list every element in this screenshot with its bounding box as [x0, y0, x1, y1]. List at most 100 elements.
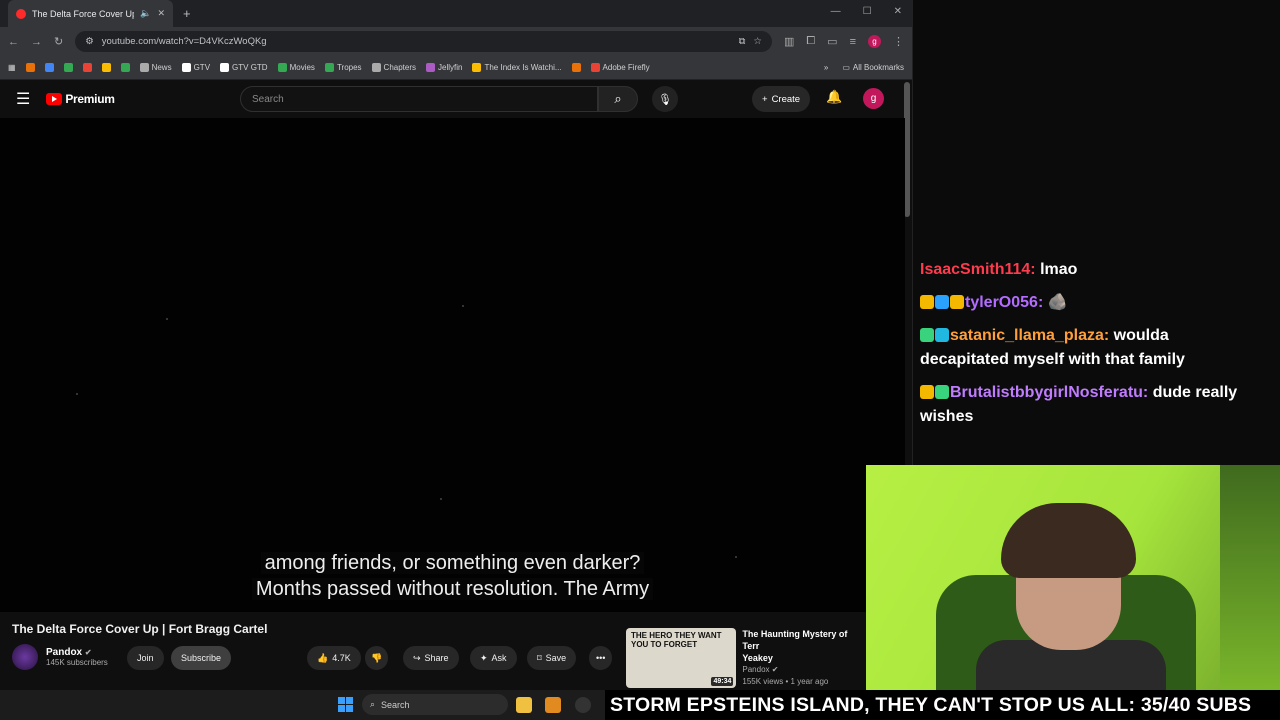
- chat-message: satanic_llama_plaza: woulda decapitated …: [920, 324, 1260, 372]
- reload-icon[interactable]: ↻: [54, 35, 63, 48]
- tab-title: The Delta Force Cover Up |: [32, 8, 135, 19]
- plus-icon: +: [762, 93, 768, 105]
- youtube-search-input[interactable]: Search: [240, 86, 598, 112]
- bookmark-item[interactable]: [25, 63, 35, 72]
- bookmark-favicon-icon: [139, 63, 149, 72]
- install-icon[interactable]: ⧉: [739, 36, 746, 47]
- youtube-account-avatar[interactable]: g: [863, 88, 884, 109]
- stream-chat-overlay: IsaacSmith114: lmao tylerO056: 🪨 satanic_l…: [920, 258, 1260, 438]
- bookmark-label: Tropes: [336, 63, 362, 72]
- bookmark-item[interactable]: [44, 63, 54, 72]
- stream-goal-banner: STORM EPSTEINS ISLAND, THEY CAN'T STOP U…: [605, 690, 1280, 720]
- bookmark-item[interactable]: [571, 63, 581, 72]
- bookmark-label: Jellyfin: [438, 63, 463, 72]
- browser-tab[interactable]: The Delta Force Cover Up | 🔈 ✕: [8, 0, 173, 27]
- chat-badge-icon: [935, 295, 949, 309]
- bookmark-item[interactable]: [63, 63, 73, 72]
- file-explorer-icon[interactable]: [516, 697, 532, 713]
- app-icon[interactable]: [545, 697, 561, 713]
- youtube-premium-logo[interactable]: Premium: [46, 92, 115, 106]
- recommended-title[interactable]: The Haunting Mystery of Terr: [742, 628, 866, 652]
- save-button[interactable]: ⌑ Save: [527, 646, 577, 670]
- site-info-icon[interactable]: ⚙: [85, 36, 94, 47]
- channel-name[interactable]: Pandox: [46, 647, 82, 658]
- youtube-favicon-icon: [16, 8, 26, 19]
- browser-window: The Delta Force Cover Up | 🔈 ✕ + — ☐ ✕ ←…: [0, 0, 913, 690]
- subscribe-button[interactable]: Subscribe: [171, 646, 232, 670]
- chat-username: IsaacSmith114:: [920, 261, 1036, 278]
- bookmark-item[interactable]: News: [139, 63, 172, 72]
- share-icon: ↪: [413, 652, 421, 663]
- dislike-button[interactable]: 👎: [365, 646, 389, 670]
- bookmark-item[interactable]: [101, 63, 111, 72]
- bookmark-item[interactable]: The Index Is Watchi...: [472, 63, 562, 72]
- recommended-video[interactable]: THE HERO THEY WANT YOU TO FORGET 49:34 T…: [626, 628, 866, 688]
- subscriber-count: 145K subscribers: [46, 658, 108, 667]
- new-tab-button[interactable]: +: [183, 6, 191, 21]
- apps-grid-icon[interactable]: ▦: [8, 63, 16, 72]
- ask-button[interactable]: ✦ Ask: [470, 646, 517, 670]
- bookmark-favicon-icon: [371, 63, 381, 72]
- address-bar[interactable]: ⚙ youtube.com/watch?v=D4VKczWoQKg ⧉ ☆: [75, 31, 772, 52]
- bookmark-item[interactable]: Chapters: [371, 63, 416, 72]
- search-icon[interactable]: ⌕: [598, 86, 638, 112]
- bookmark-label: News: [151, 63, 172, 72]
- bookmark-favicon-icon: [25, 63, 35, 72]
- create-label: Create: [771, 93, 801, 105]
- forward-icon[interactable]: →: [31, 36, 42, 48]
- share-label: Share: [424, 653, 449, 663]
- hamburger-menu-icon[interactable]: ☰: [16, 89, 30, 109]
- like-button[interactable]: 👍 4.7K: [307, 646, 361, 670]
- recommended-title-line2[interactable]: Yeakey: [742, 652, 866, 664]
- notifications-bell-icon[interactable]: 🔔: [826, 89, 842, 105]
- more-actions-icon[interactable]: •••: [589, 646, 613, 670]
- recommended-thumbnail[interactable]: THE HERO THEY WANT YOU TO FORGET 49:34: [626, 628, 737, 688]
- bookmark-item[interactable]: Jellyfin: [426, 63, 462, 72]
- caption-line-2: Months passed without resolution. The Ar…: [251, 578, 654, 600]
- bookmark-favicon-icon: [63, 63, 73, 72]
- extensions-icon[interactable]: ⧠: [806, 35, 815, 48]
- taskbar-search[interactable]: ⌕ Search: [362, 694, 508, 715]
- address-toolbar: ← → ↻ ⚙ youtube.com/watch?v=D4VKczWoQKg …: [0, 27, 912, 56]
- video-speck: [440, 498, 442, 500]
- reading-list-icon[interactable]: ▥: [784, 35, 794, 48]
- all-bookmarks-folder[interactable]: ▭ All Bookmarks: [842, 63, 904, 72]
- logo-text: Premium: [65, 92, 115, 106]
- bookmark-star-icon[interactable]: ☆: [753, 36, 762, 47]
- sidebar-icon[interactable]: ▭: [827, 35, 837, 48]
- share-button[interactable]: ↪ Share: [403, 646, 459, 670]
- minimize-icon[interactable]: —: [831, 6, 841, 17]
- windows-start-icon[interactable]: [338, 697, 353, 712]
- bookmark-item[interactable]: Adobe Firefly: [590, 63, 650, 72]
- join-button[interactable]: Join: [127, 646, 164, 670]
- microphone-icon[interactable]: 🎙: [652, 86, 678, 112]
- bookmark-item[interactable]: Movies: [277, 63, 315, 72]
- more-bookmarks-icon[interactable]: »: [824, 63, 828, 72]
- close-window-icon[interactable]: ✕: [894, 6, 902, 17]
- tab-close-icon[interactable]: ✕: [157, 8, 165, 19]
- media-icon[interactable]: ≡: [850, 36, 856, 48]
- bookmark-item[interactable]: [120, 63, 130, 72]
- bookmark-favicon-icon: [220, 63, 230, 72]
- video-player[interactable]: among friends, or something even darker?…: [0, 118, 905, 612]
- bookmark-favicon-icon: [82, 63, 92, 72]
- background-shelf: [1220, 465, 1280, 692]
- channel-avatar[interactable]: [12, 644, 38, 670]
- maximize-icon[interactable]: ☐: [863, 6, 872, 17]
- profile-avatar[interactable]: g: [868, 35, 881, 48]
- bookmark-item[interactable]: [82, 63, 92, 72]
- create-button[interactable]: + Create: [752, 86, 811, 112]
- 4k-app-icon[interactable]: [575, 697, 591, 713]
- thumbnail-text: THE HERO THEY WANT YOU TO FORGET: [631, 631, 722, 649]
- chat-username: tylerO056:: [965, 294, 1044, 311]
- bookmark-item[interactable]: Tropes: [324, 63, 362, 72]
- bookmark-favicon-icon: [426, 63, 436, 72]
- webcam-overlay: [866, 465, 1280, 692]
- audio-icon[interactable]: 🔈: [140, 8, 151, 19]
- save-label: Save: [545, 653, 567, 663]
- bookmark-item[interactable]: GTV GTD: [220, 63, 268, 72]
- bookmark-item[interactable]: GTV: [181, 63, 210, 72]
- browser-menu-icon[interactable]: ⋮: [893, 35, 904, 48]
- channel-info: Pandox ✔ 145K subscribers: [12, 644, 108, 670]
- back-icon[interactable]: ←: [8, 36, 19, 48]
